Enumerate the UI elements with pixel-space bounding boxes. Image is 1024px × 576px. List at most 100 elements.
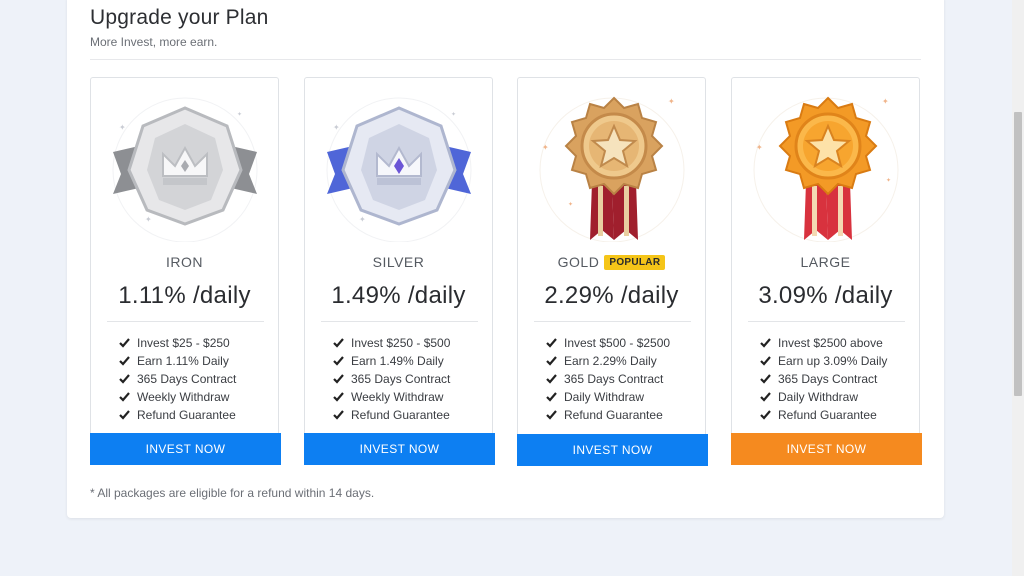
feature-list: Invest $250 - $500 Earn 1.49% Daily 365 … — [333, 334, 450, 424]
check-icon — [119, 410, 130, 420]
svg-text:✦: ✦ — [237, 111, 242, 118]
feature-text: Invest $25 - $250 — [137, 336, 230, 350]
plan-name: GOLD — [557, 254, 600, 270]
svg-text:✦: ✦ — [333, 123, 340, 132]
card-divider — [534, 321, 691, 322]
check-icon — [760, 410, 771, 420]
feature-text: 365 Days Contract — [137, 372, 237, 386]
feature-item: Refund Guarantee — [119, 406, 236, 424]
feature-list: Invest $2500 above Earn up 3.09% Daily 3… — [760, 334, 887, 424]
invest-now-button-large[interactable]: INVEST NOW — [731, 433, 922, 465]
feature-text: Invest $2500 above — [778, 336, 883, 350]
invest-now-button-silver[interactable]: INVEST NOW — [304, 433, 495, 465]
feature-text: Weekly Withdraw — [351, 390, 444, 404]
feature-text: Refund Guarantee — [564, 408, 663, 422]
feature-text: Refund Guarantee — [137, 408, 236, 422]
gold-star-medal-icon: ✦ ✦ ✦ — [539, 96, 685, 242]
scrollbar-thumb[interactable] — [1014, 112, 1022, 396]
feature-item: 365 Days Contract — [119, 370, 236, 388]
plan-card-large: ✦ ✦ ✦ LARGE 3.09% /daily Invest $2500 ab… — [731, 77, 922, 465]
svg-text:✦: ✦ — [568, 201, 573, 208]
feature-item: Earn 1.11% Daily — [119, 352, 236, 370]
feature-item: Refund Guarantee — [546, 406, 670, 424]
feature-item: Invest $500 - $2500 — [546, 334, 670, 352]
feature-item: Earn up 3.09% Daily — [760, 352, 887, 370]
feature-text: 365 Days Contract — [778, 372, 878, 386]
feature-item: Weekly Withdraw — [119, 388, 236, 406]
feature-item: Earn 1.49% Daily — [333, 352, 450, 370]
card-divider — [321, 321, 478, 322]
svg-text:✦: ✦ — [359, 215, 366, 224]
card-divider — [107, 321, 264, 322]
check-icon — [119, 338, 130, 348]
feature-item: Refund Guarantee — [333, 406, 450, 424]
feature-item: Daily Withdraw — [546, 388, 670, 406]
feature-item: Refund Guarantee — [760, 406, 887, 424]
popular-badge: POPULAR — [604, 254, 666, 270]
iron-crown-medal-icon: ✦ ✦ ✦ — [112, 97, 258, 242]
check-icon — [333, 356, 344, 366]
feature-item: Invest $2500 above — [760, 334, 887, 352]
check-icon — [546, 374, 557, 384]
feature-text: Invest $250 - $500 — [351, 336, 451, 350]
invest-now-button-gold[interactable]: INVEST NOW — [517, 434, 708, 466]
feature-text: Earn 1.49% Daily — [351, 354, 444, 368]
feature-item: 365 Days Contract — [760, 370, 887, 388]
svg-text:✦: ✦ — [886, 177, 891, 184]
svg-text:✦: ✦ — [668, 97, 675, 106]
feature-text: Invest $500 - $2500 — [564, 336, 671, 350]
plan-rate: 1.11% /daily — [118, 282, 251, 309]
feature-text: Daily Withdraw — [564, 390, 645, 404]
header-divider — [90, 59, 921, 60]
check-icon — [333, 338, 344, 348]
feature-text: 365 Days Contract — [564, 372, 664, 386]
card-divider — [748, 321, 905, 322]
check-icon — [546, 392, 557, 402]
svg-text:✦: ✦ — [756, 143, 763, 152]
plan-card-iron: ✦ ✦ ✦ IRON 1.11% /daily Invest $25 - $25… — [90, 77, 281, 465]
refund-footnote: * All packages are eligible for a refund… — [90, 486, 375, 500]
feature-item: Weekly Withdraw — [333, 388, 450, 406]
svg-text:✦: ✦ — [119, 123, 126, 132]
plan-rate: 2.29% /daily — [544, 282, 679, 309]
plan-name: SILVER — [372, 254, 425, 270]
check-icon — [760, 374, 771, 384]
page-scrollbar[interactable] — [1012, 0, 1024, 576]
feature-text: Earn 2.29% Daily — [564, 354, 657, 368]
svg-text:✦: ✦ — [145, 215, 152, 224]
check-icon — [760, 338, 771, 348]
check-icon — [760, 392, 771, 402]
check-icon — [119, 374, 130, 384]
feature-item: Daily Withdraw — [760, 388, 887, 406]
check-icon — [333, 392, 344, 402]
feature-item: Earn 2.29% Daily — [546, 352, 670, 370]
check-icon — [546, 410, 557, 420]
feature-text: Weekly Withdraw — [137, 390, 230, 404]
feature-item: 365 Days Contract — [333, 370, 450, 388]
orange-star-medal-icon: ✦ ✦ ✦ — [753, 96, 899, 242]
invest-now-button-iron[interactable]: INVEST NOW — [90, 433, 281, 465]
feature-text: 365 Days Contract — [351, 372, 451, 386]
check-icon — [119, 356, 130, 366]
check-icon — [333, 410, 344, 420]
feature-item: Invest $250 - $500 — [333, 334, 450, 352]
check-icon — [546, 338, 557, 348]
upgrade-plan-panel: Upgrade your Plan More Invest, more earn… — [67, 0, 944, 518]
check-icon — [546, 356, 557, 366]
check-icon — [760, 356, 771, 366]
feature-text: Refund Guarantee — [778, 408, 877, 422]
feature-list: Invest $500 - $2500 Earn 2.29% Daily 365… — [546, 334, 670, 424]
svg-text:✦: ✦ — [451, 111, 456, 118]
feature-item: 365 Days Contract — [546, 370, 670, 388]
feature-list: Invest $25 - $250 Earn 1.11% Daily 365 D… — [119, 334, 236, 424]
plan-card-silver: ✦ ✦ ✦ SILVER 1.49% /daily Invest $250 - … — [304, 77, 495, 465]
plan-name: IRON — [166, 254, 203, 270]
silver-crown-medal-icon: ✦ ✦ ✦ — [326, 97, 472, 242]
plan-rate: 1.49% /daily — [331, 282, 466, 309]
page-subtitle: More Invest, more earn. — [90, 35, 218, 49]
plan-rate: 3.09% /daily — [758, 282, 893, 309]
plan-card-gold: ✦ ✦ ✦ GOLD POPULAR 2.29% /daily Invest $… — [517, 77, 708, 466]
feature-text: Earn up 3.09% Daily — [778, 354, 888, 368]
check-icon — [333, 374, 344, 384]
feature-text: Refund Guarantee — [351, 408, 450, 422]
